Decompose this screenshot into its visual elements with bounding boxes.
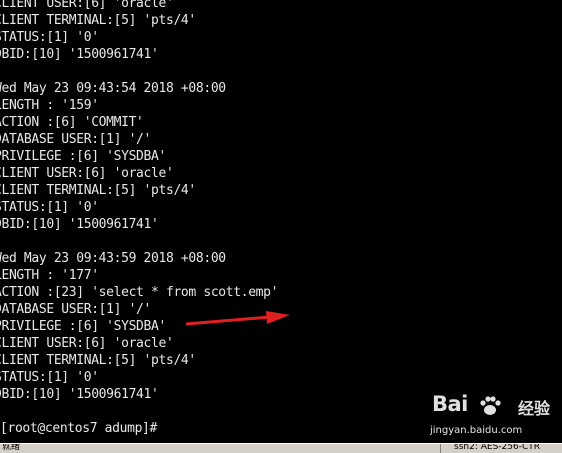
arrow-shaft [185, 315, 271, 326]
terminal-line: ACTION :[6] 'COMMIT' [0, 115, 144, 130]
terminal-line: Wed May 23 09:43:54 2018 +08:00 [0, 81, 226, 96]
terminal-line: CLIENT TERMINAL:[5] 'pts/4' [0, 353, 196, 368]
baidu-paw-icon [480, 396, 501, 415]
terminal-line: ACTION :[23] 'select * from scott.emp' [0, 285, 279, 300]
terminal-line: CLIENT TERMINAL:[5] 'pts/4' [0, 13, 196, 28]
terminal-line: LENGTH : '159' [0, 98, 99, 113]
jingyan-brand-text: 经验 [518, 399, 551, 418]
terminal-cursor [157, 421, 164, 434]
terminal-line: DATABASE USER:[1] '/' [0, 302, 152, 317]
terminal-line: CLIENT TERMINAL:[5] 'pts/4' [0, 183, 196, 198]
terminal-line: DBID:[10] '1500961741' [0, 217, 159, 232]
terminal-line: DATABASE USER:[1] '/' [0, 132, 152, 147]
terminal-line: STATUS:[1] '0' [0, 30, 99, 45]
terminal-line: CLIENT USER:[6] 'oracle' [0, 0, 174, 11]
terminal-line: CLIENT USER:[6] 'oracle' [0, 336, 174, 351]
terminal-prompt-line[interactable]: [root@centos7 adump]# [0, 421, 164, 437]
terminal-line: PRIVILEGE :[6] 'SYSDBA' [0, 149, 166, 164]
watermark-url: jingyan.baidu.com [430, 425, 523, 436]
terminal-line: PRIVILEGE :[6] 'SYSDBA' [0, 319, 166, 334]
terminal-window[interactable]: CLIENT USER:[6] 'oracle' CLIENT TERMINAL… [0, 0, 562, 443]
shell-prompt: [root@centos7 adump]# [0, 421, 158, 436]
terminal-line: STATUS:[1] '0' [0, 370, 99, 385]
terminal-line: DBID:[10] '1500961741' [0, 387, 159, 402]
red-arrow-annotation [185, 311, 290, 326]
terminal-line: LENGTH : '177' [0, 268, 99, 283]
baidu-logo-text: Bai [432, 392, 468, 416]
baidu-jingyan-watermark: Bai 经验 jingyan.baidu.com [424, 392, 560, 438]
terminal-line: STATUS:[1] '0' [0, 200, 99, 215]
terminal-line: DBID:[10] '1500961741' [0, 47, 159, 62]
terminal-line: CLIENT USER:[6] 'oracle' [0, 166, 174, 181]
terminal-line: Wed May 23 09:43:59 2018 +08:00 [0, 251, 226, 266]
